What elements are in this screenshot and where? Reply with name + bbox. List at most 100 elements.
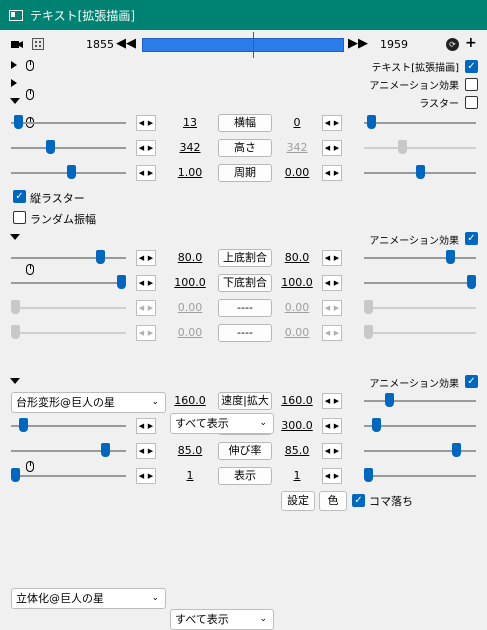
step-right-icon[interactable]: ▶ [332,141,341,155]
step-right-icon[interactable]: ▶ [146,166,155,180]
anim2-checkbox[interactable] [465,375,478,388]
step-left-icon[interactable]: ◀ [323,141,332,155]
left-slider-thumb[interactable] [101,443,110,457]
left-slider-track[interactable] [11,122,126,124]
step-right-icon[interactable]: ▶ [332,444,341,458]
parameter-button[interactable]: 横幅 [218,114,272,132]
parameter-button[interactable]: 上底割合 [218,249,272,267]
step-right-icon[interactable]: ▶ [332,394,341,408]
collapse-arrow-icon[interactable] [10,378,20,384]
left-slider-track[interactable] [11,307,126,309]
camera-icon[interactable] [11,39,23,50]
step-left-icon[interactable]: ◀ [323,394,332,408]
right-slider-thumb[interactable] [446,250,455,264]
sync-icon[interactable]: ⟳ [446,38,459,51]
step-left-icon[interactable]: ◀ [323,276,332,290]
left-slider-thumb[interactable] [11,468,20,482]
anim1-view-select[interactable]: すべて表示 ⌄ [170,413,274,434]
left-slider-thumb[interactable] [11,300,20,314]
step-right-icon[interactable]: ▶ [332,166,341,180]
right-step-arrows[interactable]: ◀ ▶ [322,325,342,341]
left-slider-track[interactable] [11,282,126,284]
parameter-button[interactable]: 下底割合 [218,274,272,292]
step-left-icon[interactable]: ◀ [137,251,146,265]
right-slider-thumb[interactable] [364,468,373,482]
left-step-arrows[interactable]: ◀▶ [136,275,156,291]
right-value[interactable]: 160.0 [280,394,314,407]
header-checkbox-3[interactable] [465,96,478,109]
parameter-button[interactable]: 周期 [218,164,272,182]
left-slider-thumb[interactable] [67,165,76,179]
right-slider-track[interactable] [364,307,476,309]
header-checkbox-2[interactable] [465,78,478,91]
right-step-arrows[interactable]: ◀ ▶ [322,393,342,409]
parameter-button[interactable]: ---- [218,324,272,342]
left-value[interactable]: 100.0 [173,276,207,289]
right-value[interactable]: 342 [280,141,314,154]
expand-arrow-icon[interactable] [11,79,17,87]
add-icon[interactable]: + [465,36,477,50]
step-left-icon[interactable]: ◀ [323,326,332,340]
left-step-arrows[interactable]: ◀▶ [136,418,156,434]
step-left-icon[interactable]: ◀ [137,301,146,315]
step-left-icon[interactable]: ◀ [323,444,332,458]
rewind-icon[interactable]: ◀◀ [116,37,136,51]
right-value[interactable]: 80.0 [280,251,314,264]
step-left-icon[interactable]: ◀ [137,469,146,483]
right-slider-thumb[interactable] [467,275,476,289]
right-slider-thumb[interactable] [367,115,376,129]
left-value[interactable]: 80.0 [173,251,207,264]
step-right-icon[interactable]: ▶ [146,469,155,483]
grid-icon[interactable] [32,38,44,50]
left-value[interactable]: 13 [173,116,207,129]
left-step-arrows[interactable]: ◀▶ [136,300,156,316]
step-left-icon[interactable]: ◀ [323,166,332,180]
step-left-icon[interactable]: ◀ [137,276,146,290]
step-right-icon[interactable]: ▶ [332,276,341,290]
left-slider-track[interactable] [11,147,126,149]
step-left-icon[interactable]: ◀ [323,469,332,483]
left-value[interactable]: 342 [173,141,207,154]
timeline-cursor[interactable] [253,32,254,58]
step-right-icon[interactable]: ▶ [332,116,341,130]
parameter-button[interactable]: 表示 [218,467,272,485]
right-step-arrows[interactable]: ◀ ▶ [322,443,342,459]
step-left-icon[interactable]: ◀ [323,251,332,265]
right-value[interactable]: 85.0 [280,444,314,457]
collapse-arrow-icon[interactable] [10,234,20,240]
right-step-arrows[interactable]: ◀ ▶ [322,418,342,434]
left-step-arrows[interactable]: ◀▶ [136,443,156,459]
timeline-bar[interactable] [142,38,344,52]
right-slider-thumb[interactable] [364,300,373,314]
left-step-arrows[interactable]: ◀▶ [136,468,156,484]
anim1-checkbox[interactable] [465,232,478,245]
step-left-icon[interactable]: ◀ [137,419,146,433]
step-right-icon[interactable]: ▶ [332,251,341,265]
left-slider-track[interactable] [11,257,126,259]
right-step-arrows[interactable]: ◀ ▶ [322,300,342,316]
left-step-arrows[interactable]: ◀▶ [136,115,156,131]
right-slider-track[interactable] [364,122,476,124]
right-slider-thumb[interactable] [385,393,394,407]
right-step-arrows[interactable]: ◀ ▶ [322,275,342,291]
step-right-icon[interactable]: ▶ [146,116,155,130]
right-value[interactable]: 300.0 [280,419,314,432]
left-value[interactable]: 85.0 [173,444,207,457]
right-slider-track[interactable] [364,332,476,334]
step-right-icon[interactable]: ▶ [332,301,341,315]
frame-drop-checkbox[interactable] [352,494,365,507]
collapse-arrow-icon[interactable] [10,98,20,104]
parameter-button[interactable]: 高さ [218,139,272,157]
left-value[interactable]: 1.00 [173,166,207,179]
expand-arrow-icon[interactable] [11,61,17,69]
step-right-icon[interactable]: ▶ [146,141,155,155]
vertical-raster-checkbox[interactable] [13,190,26,203]
left-slider-thumb[interactable] [96,250,105,264]
right-slider-track[interactable] [364,475,476,477]
step-right-icon[interactable]: ▶ [146,419,155,433]
step-right-icon[interactable]: ▶ [332,469,341,483]
right-slider-thumb[interactable] [398,140,407,154]
parameter-button[interactable]: ---- [218,299,272,317]
left-slider-thumb[interactable] [19,418,28,432]
parameter-button[interactable]: 速度|拡大 [218,392,272,410]
